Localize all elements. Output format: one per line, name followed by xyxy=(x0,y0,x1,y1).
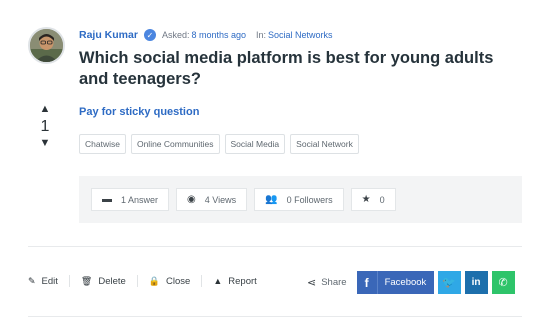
linkedin-share-button[interactable]: in xyxy=(464,271,488,294)
star-icon: ★ xyxy=(361,194,371,205)
question-actions: ✎ Edit 🗑 Delete 🔒 Close ▲ Report xyxy=(28,275,257,287)
users-icon: 👥 xyxy=(265,194,278,205)
tag-social-network[interactable]: Social Network xyxy=(290,134,359,154)
eye-icon: ◉ xyxy=(187,194,196,205)
triangle-down-icon[interactable]: ▼ xyxy=(36,138,54,149)
check-badge-icon: ✓ xyxy=(143,29,156,41)
divider xyxy=(28,316,522,317)
close-label: Close xyxy=(166,275,191,287)
twitter-share-button[interactable]: 🐦 xyxy=(437,271,461,294)
comment-icon: ▬ xyxy=(102,194,112,205)
asked-value[interactable]: 8 months ago xyxy=(191,30,246,40)
edit-button[interactable]: ✎ Edit xyxy=(28,276,58,287)
followers-stat[interactable]: 👥 0 Followers xyxy=(254,188,344,211)
whatsapp-share-button[interactable]: ✆ xyxy=(491,271,515,294)
share-label: Share xyxy=(321,277,347,288)
linkedin-icon: in xyxy=(471,277,481,288)
answers-stat[interactable]: ▬ 1 Answer xyxy=(91,188,170,211)
close-button[interactable]: 🔒 Close xyxy=(149,276,191,287)
favorites-stat[interactable]: ★ 0 xyxy=(350,188,396,211)
delete-label: Delete xyxy=(98,275,126,287)
divider xyxy=(28,246,522,247)
tag-social-media[interactable]: Social Media xyxy=(224,134,286,154)
share-icon: ⋖ xyxy=(307,277,317,289)
author-name[interactable]: Raju Kumar xyxy=(79,29,138,41)
question-stats-panel: ▬ 1 Answer ◉ 4 Views 👥 0 Followers ★ 0 xyxy=(79,176,522,223)
views-stat: ◉ 4 Views xyxy=(176,188,248,211)
report-label: Report xyxy=(228,275,257,287)
answers-count: 1 Answer xyxy=(121,194,159,205)
category-label: In: xyxy=(256,30,267,40)
facebook-share-button[interactable]: f Facebook xyxy=(356,271,434,294)
tag-online-communities[interactable]: Online Communities xyxy=(130,134,220,154)
tag-list: Chatwise Online Communities Social Media… xyxy=(79,134,359,154)
trash-icon: 🗑 xyxy=(80,275,93,286)
whatsapp-icon: ✆ xyxy=(498,277,508,289)
lock-icon: 🔒 xyxy=(148,275,161,286)
question-title[interactable]: Which social media platform is best for … xyxy=(79,48,509,90)
category-link[interactable]: Social Networks xyxy=(268,30,333,40)
tag-chatwise[interactable]: Chatwise xyxy=(79,134,126,154)
sticky-question-link[interactable]: Pay for sticky question xyxy=(79,106,199,118)
edit-label: Edit xyxy=(41,275,58,287)
delete-button[interactable]: 🗑 Delete xyxy=(81,276,126,287)
asked-label: Asked: xyxy=(161,30,190,40)
share-bar: ⋖ Share f Facebook 🐦 in ✆ xyxy=(307,271,519,294)
twitter-icon: 🐦 xyxy=(442,277,456,289)
vote-count: 1 xyxy=(40,118,50,135)
facebook-label: Facebook xyxy=(384,277,427,288)
pencil-icon: ✎ xyxy=(28,275,36,286)
views-count: 4 Views xyxy=(204,194,237,205)
avatar[interactable] xyxy=(28,27,65,64)
favorites-count: 0 xyxy=(379,194,385,205)
vote-widget: ▲ 1 ▼ xyxy=(36,104,54,149)
triangle-up-icon[interactable]: ▲ xyxy=(36,104,54,115)
report-button[interactable]: ▲ Report xyxy=(213,276,256,287)
share-label-group: ⋖ Share xyxy=(307,276,347,289)
facebook-icon: f xyxy=(357,271,378,294)
question-meta: Raju Kumar ✓ Asked: 8 months ago In: Soc… xyxy=(79,29,333,41)
warning-icon: ▲ xyxy=(213,276,223,286)
followers-count: 0 Followers xyxy=(286,194,333,205)
